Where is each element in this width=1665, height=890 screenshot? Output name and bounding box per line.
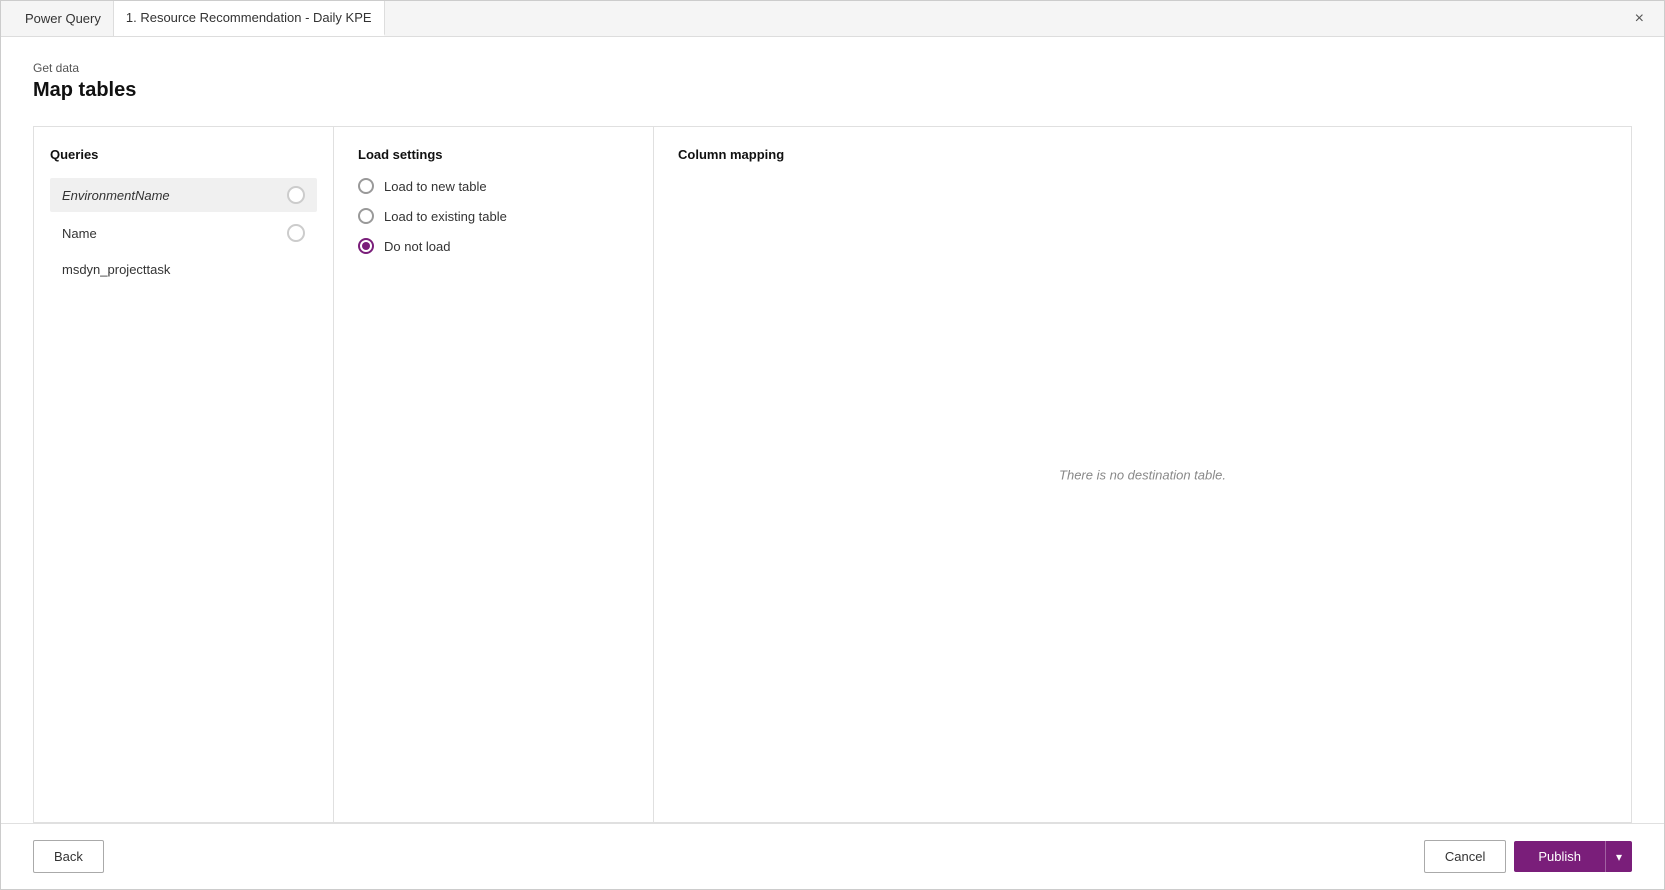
queries-panel-title: Queries [50,147,317,162]
radio-circle-load-new [358,178,374,194]
back-button[interactable]: Back [33,840,104,873]
main-content: Get data Map tables Queries EnvironmentN… [1,37,1664,823]
footer-right: Cancel Publish ▾ [1424,840,1632,873]
radio-do-not-load[interactable]: Do not load [358,238,629,254]
radio-circle-load-existing [358,208,374,224]
radio-label-load-new: Load to new table [384,179,487,194]
main-area: Queries EnvironmentName Name msdyn_proje… [33,126,1632,823]
main-window: Power Query 1. Resource Recommendation -… [0,0,1665,890]
query-item-name[interactable]: Name [50,216,317,250]
query-item-label: msdyn_projecttask [62,262,170,277]
queries-panel: Queries EnvironmentName Name msdyn_proje… [34,127,334,822]
query-item-label: Name [62,226,97,241]
title-tab-resource-recommendation[interactable]: 1. Resource Recommendation - Daily KPE [114,1,385,36]
no-destination-message: There is no destination table. [1059,467,1226,482]
radio-load-new-table[interactable]: Load to new table [358,178,629,194]
publish-button[interactable]: Publish [1514,841,1605,872]
cancel-button[interactable]: Cancel [1424,840,1506,873]
publish-dropdown-button[interactable]: ▾ [1605,841,1632,872]
radio-load-existing-table[interactable]: Load to existing table [358,208,629,224]
query-item-label: EnvironmentName [62,188,170,203]
close-button[interactable]: × [1627,6,1652,32]
load-settings-radio-group: Load to new table Load to existing table… [358,178,629,254]
query-indicator-icon [287,224,305,242]
load-settings-panel-title: Load settings [358,147,629,162]
radio-label-do-not-load: Do not load [384,239,451,254]
column-mapping-panel-title: Column mapping [678,147,1607,162]
column-mapping-panel: Column mapping There is no destination t… [654,127,1631,822]
title-tab-power-query[interactable]: Power Query [13,1,114,36]
query-item-msdyn[interactable]: msdyn_projecttask [50,254,317,285]
radio-label-load-existing: Load to existing table [384,209,507,224]
publish-button-group: Publish ▾ [1514,841,1632,872]
breadcrumb: Get data [33,61,1632,75]
radio-circle-do-not-load [358,238,374,254]
title-bar: Power Query 1. Resource Recommendation -… [1,1,1664,37]
footer: Back Cancel Publish ▾ [1,823,1664,889]
query-indicator-icon [287,186,305,204]
page-title: Map tables [33,79,1632,102]
load-settings-panel: Load settings Load to new table Load to … [334,127,654,822]
query-item-environment-name[interactable]: EnvironmentName [50,178,317,212]
